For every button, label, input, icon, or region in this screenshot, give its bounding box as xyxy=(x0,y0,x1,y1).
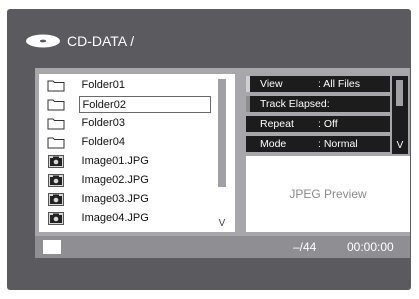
scroll-thumb[interactable] xyxy=(218,79,226,187)
file-list-scrollbar[interactable]: V xyxy=(215,76,229,230)
list-item[interactable]: Folder03 xyxy=(39,114,211,133)
info-scrollbar[interactable]: V xyxy=(392,76,408,154)
folder-icon xyxy=(44,115,68,132)
path-label: CD-DATA / xyxy=(67,33,135,49)
info-key: Repeat xyxy=(260,118,294,130)
info-value: : Normal xyxy=(318,138,358,150)
list-item[interactable]: Folder04 xyxy=(39,133,211,152)
row-marker xyxy=(246,116,250,132)
file-name: Image04.JPG xyxy=(81,212,149,224)
info-row-repeat[interactable]: Repeat : Off xyxy=(246,116,390,132)
track-count: –/44 xyxy=(293,240,317,254)
file-name: Folder02 xyxy=(78,96,211,113)
list-item[interactable]: Image02.JPG xyxy=(39,171,211,190)
file-name: Image02.JPG xyxy=(81,174,149,186)
info-row-mode[interactable]: Mode : Normal xyxy=(246,136,390,152)
list-item[interactable]: Folder02 xyxy=(39,95,211,114)
info-value: : All Files xyxy=(318,78,361,90)
file-name: Folder04 xyxy=(81,136,125,148)
list-item[interactable]: Folder01 xyxy=(39,76,211,95)
row-marker xyxy=(246,136,250,152)
list-item[interactable]: Image03.JPG xyxy=(39,190,211,209)
camera-icon xyxy=(44,153,68,170)
camera-icon xyxy=(44,172,68,189)
info-row-view[interactable]: View : All Files xyxy=(246,76,390,92)
info-key: Track Elapsed: xyxy=(260,98,330,110)
jpeg-preview: JPEG Preview xyxy=(246,156,410,232)
info-value: : Off xyxy=(318,118,338,130)
scroll-down-arrow[interactable]: V xyxy=(392,140,408,151)
folder-icon xyxy=(44,134,68,151)
screen: CD-DATA / Folder01 Folder02 Folder03 Fol… xyxy=(7,9,411,290)
preview-label: JPEG Preview xyxy=(289,187,367,201)
elapsed-time: 00:00:00 xyxy=(347,240,394,254)
file-name: Image01.JPG xyxy=(81,155,149,167)
info-row-track-elapsed[interactable]: Track Elapsed: xyxy=(246,96,390,112)
row-marker xyxy=(246,96,250,112)
browser-panel: Folder01 Folder02 Folder03 Folder04 Imag… xyxy=(35,68,410,258)
disc-icon xyxy=(26,34,60,48)
breadcrumb: CD-DATA / xyxy=(25,31,134,51)
file-name: Folder03 xyxy=(81,117,125,129)
row-marker xyxy=(246,76,250,92)
folder-icon xyxy=(44,96,68,113)
camera-icon xyxy=(44,191,68,208)
list-item[interactable]: Image04.JPG xyxy=(39,209,211,228)
file-name: Image03.JPG xyxy=(81,193,149,205)
camera-icon xyxy=(44,210,68,227)
list-item[interactable]: Image01.JPG xyxy=(39,152,211,171)
status-indicator xyxy=(43,240,61,254)
info-panel: View : All Files Track Elapsed: Repeat :… xyxy=(246,76,410,154)
file-list: Folder01 Folder02 Folder03 Folder04 Imag… xyxy=(39,74,235,232)
file-name: Folder01 xyxy=(81,79,125,91)
info-key: Mode xyxy=(260,138,287,150)
scroll-thumb[interactable] xyxy=(396,80,403,106)
status-bar: –/44 00:00:00 xyxy=(35,236,410,258)
info-key: View xyxy=(260,78,283,90)
scroll-down-arrow[interactable]: V xyxy=(215,218,229,229)
folder-icon xyxy=(44,77,68,94)
